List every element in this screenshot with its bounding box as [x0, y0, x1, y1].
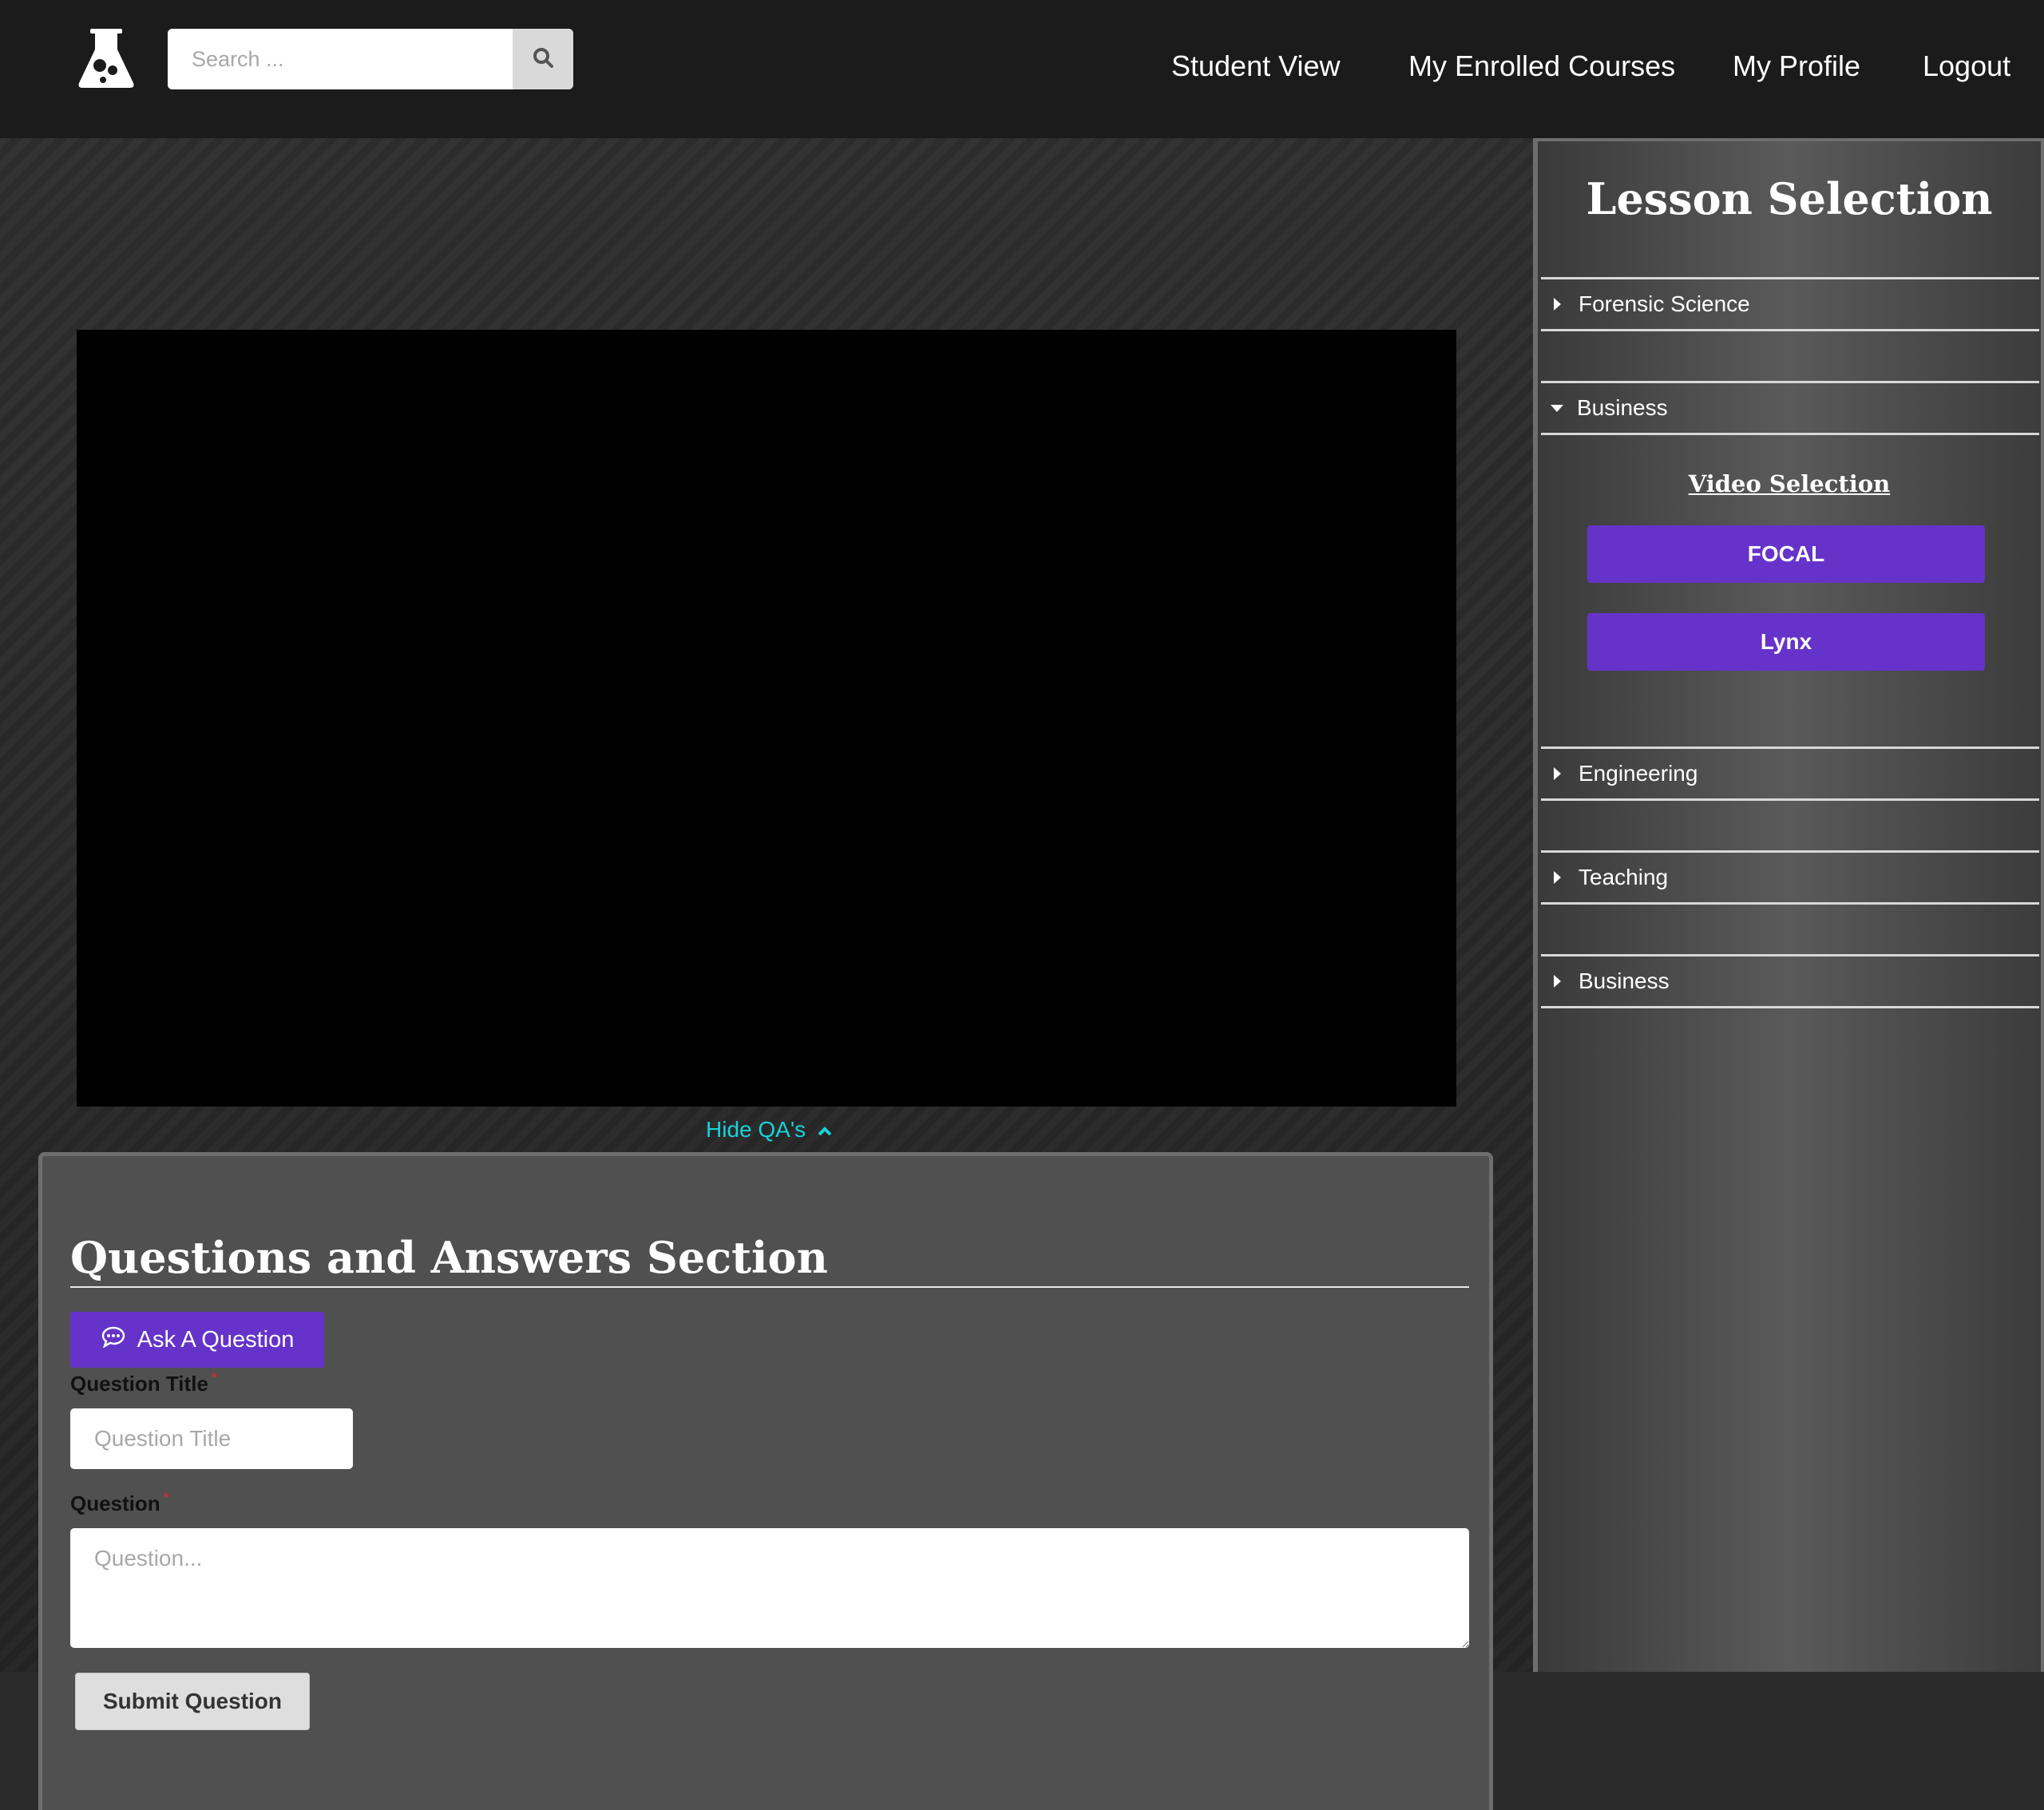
submit-question-button[interactable]: Submit Question: [75, 1673, 310, 1730]
caret-right-icon: [1554, 975, 1561, 988]
nav-student-view[interactable]: Student View: [1171, 50, 1340, 89]
required-marker: *: [211, 1370, 217, 1386]
main-content: Hide QA's Questions and Answers Section …: [0, 138, 1533, 1810]
flask-icon[interactable]: [76, 27, 137, 89]
search-bar: [168, 29, 573, 89]
lesson-item-business[interactable]: Business: [1541, 381, 2039, 435]
caret-right-icon: [1554, 298, 1561, 311]
hide-qa-toggle[interactable]: Hide QA's: [706, 1114, 833, 1146]
caret-right-icon: [1554, 767, 1561, 780]
lesson-label: Engineering: [1579, 761, 1698, 786]
lesson-sidebar: Lesson Selection Forensic Science Busine…: [1533, 138, 2044, 1672]
question-label: Question *: [70, 1490, 169, 1515]
lesson-item-business-2[interactable]: Business: [1541, 954, 2039, 1008]
ask-question-label: Ask A Question: [137, 1326, 295, 1353]
nav-my-enrolled-courses[interactable]: My Enrolled Courses: [1408, 50, 1675, 89]
lesson-item-teaching[interactable]: Teaching: [1541, 850, 2039, 905]
lesson-label: Teaching: [1579, 865, 1669, 889]
lesson-item-forensic-science[interactable]: Forensic Science: [1541, 277, 2039, 331]
hide-qa-label: Hide QA's: [706, 1117, 806, 1142]
search-input[interactable]: [168, 29, 513, 89]
video-button-lynx[interactable]: Lynx: [1587, 613, 1985, 671]
nav-logout[interactable]: Logout: [1923, 50, 2010, 89]
lesson-label: Business: [1579, 968, 1670, 993]
question-title-label: Question Title *: [70, 1370, 217, 1396]
nav-my-profile[interactable]: My Profile: [1733, 50, 1860, 89]
comment-dots-icon: [101, 1325, 126, 1354]
ask-question-button[interactable]: Ask A Question: [70, 1312, 324, 1368]
search-button[interactable]: [513, 29, 573, 89]
question-title-input[interactable]: [70, 1408, 353, 1469]
video-button-focal[interactable]: FOCAL: [1587, 525, 1985, 583]
lesson-item-engineering[interactable]: Engineering: [1541, 747, 2039, 801]
caret-right-icon: [1554, 871, 1561, 884]
lesson-selection-title: Lesson Selection: [1586, 173, 1993, 224]
caret-down-icon: [1551, 404, 1563, 412]
question-textarea[interactable]: [70, 1528, 1469, 1648]
qa-section-title: Questions and Answers Section: [70, 1232, 828, 1283]
chevron-up-icon: [817, 1117, 833, 1143]
lesson-label: Forensic Science: [1579, 291, 1750, 316]
required-marker: *: [163, 1490, 169, 1506]
lesson-label: Business: [1577, 395, 1668, 420]
video-player[interactable]: [77, 330, 1456, 1107]
search-icon: [532, 46, 554, 73]
qa-section: Questions and Answers Section Ask A Ques…: [38, 1152, 1493, 1810]
divider: [70, 1286, 1469, 1288]
video-selection-heading: Video Selection: [1688, 470, 1891, 497]
top-navbar: Student View My Enrolled Courses My Prof…: [0, 0, 2044, 138]
